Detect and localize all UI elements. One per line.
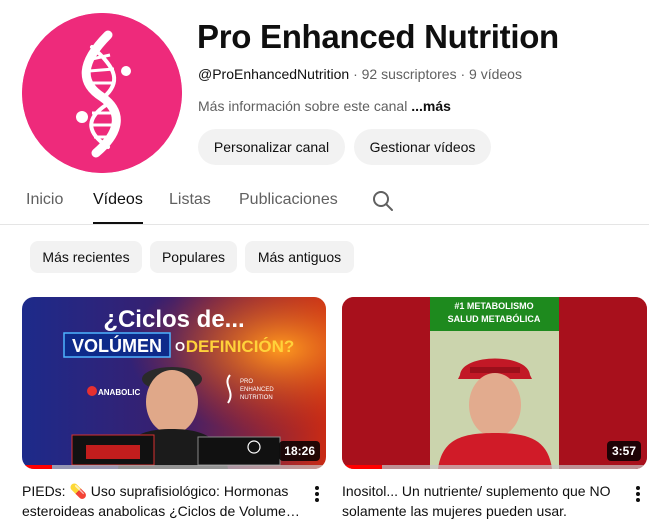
video-title[interactable]: PIEDs: 💊 Uso suprafisiológico: Hormonas … (22, 481, 304, 521)
video-duration: 3:57 (606, 441, 641, 461)
tab-home[interactable]: Inicio (26, 191, 63, 209)
thumb-brand-right-b: ENHANCED (240, 387, 274, 393)
channel-handle: @ProEnhancedNutrition (198, 66, 350, 82)
customize-channel-button[interactable]: Personalizar canal (198, 129, 345, 165)
video-title[interactable]: Inositol... Un nutriente/ suplemento que… (342, 481, 624, 521)
tab-posts[interactable]: Publicaciones (239, 191, 338, 209)
search-icon[interactable] (371, 189, 395, 213)
thumb-brand-right-a: PRO (240, 379, 253, 385)
channel-tabs: Inicio Vídeos Listas Publicaciones (0, 183, 649, 225)
video-thumbnail[interactable]: ¿Ciclos de... VOLÚMEN O DEFINICIÓN? ANAB… (22, 297, 326, 469)
video-duration: 18:26 (279, 441, 320, 461)
channel-description[interactable]: Más información sobre este canal ...más (198, 98, 451, 114)
tab-videos[interactable]: Vídeos (93, 191, 143, 209)
chip-popular[interactable]: Populares (150, 241, 237, 273)
thumb-connector: O (175, 339, 185, 354)
more-options-icon[interactable] (630, 484, 646, 504)
watch-progress-bar (342, 465, 382, 469)
more-options-icon[interactable] (309, 484, 325, 504)
channel-description-text: Más información sobre este canal (198, 98, 408, 114)
more-link[interactable]: ...más (411, 98, 451, 114)
channel-meta: @ProEnhancedNutrition · 92 suscriptores … (198, 66, 522, 82)
chip-most-recent[interactable]: Más recientes (30, 241, 142, 273)
active-tab-indicator (93, 222, 143, 224)
tab-playlists[interactable]: Listas (169, 191, 211, 209)
dna-helix-icon (22, 13, 182, 173)
thumb-headline: ¿Ciclos de... (103, 306, 244, 333)
thumb-label-1: #1 METABOLISMO (454, 301, 533, 311)
thumb-word-definition: DEFINICIÓN? (186, 337, 295, 356)
watch-progress-track (22, 465, 326, 469)
watch-progress-track (342, 465, 647, 469)
thumb-brand-left: ANABOLIC (98, 388, 140, 397)
channel-title: Pro Enhanced Nutrition (197, 18, 559, 55)
thumb-word-volume: VOLÚMEN (72, 335, 162, 356)
thumbnail-image: #1 METABOLISMO SALUD METABÓLICA (342, 297, 647, 469)
channel-avatar[interactable] (22, 13, 182, 173)
thumb-brand-right-c: NUTRITION (240, 395, 273, 401)
video-thumbnail[interactable]: #1 METABOLISMO SALUD METABÓLICA 3:57 (342, 297, 647, 469)
thumb-label-2: SALUD METABÓLICA (448, 313, 541, 324)
watch-progress-bar (22, 465, 53, 469)
manage-videos-button[interactable]: Gestionar vídeos (354, 129, 491, 165)
chip-oldest[interactable]: Más antiguos (245, 241, 354, 273)
subscriber-count: 92 suscriptores (361, 66, 457, 82)
video-count: 9 vídeos (469, 66, 522, 82)
meta-separator: · (353, 66, 358, 82)
meta-separator: · (460, 66, 466, 82)
